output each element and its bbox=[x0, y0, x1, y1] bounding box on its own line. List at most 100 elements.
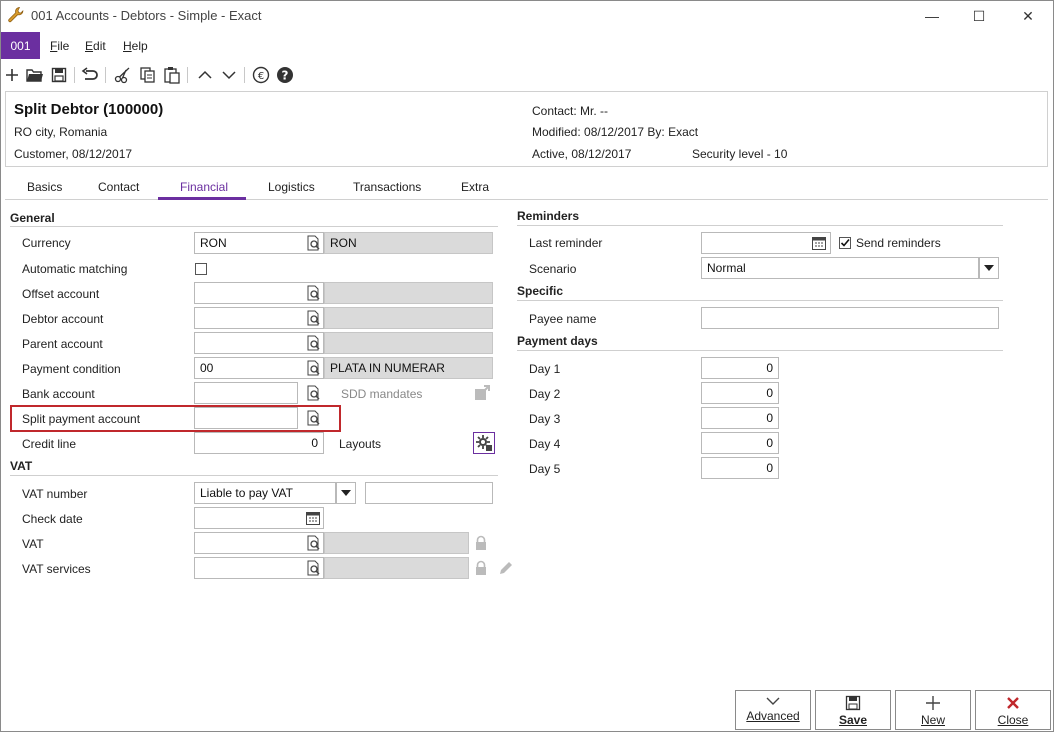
day-3-input[interactable]: 0 bbox=[701, 407, 779, 429]
close-icon: ✕ bbox=[1022, 7, 1034, 24]
help-icon[interactable]: ? bbox=[275, 65, 295, 85]
record-location: RO city, Romania bbox=[14, 125, 108, 139]
open-folder-icon[interactable] bbox=[25, 65, 45, 85]
maximize-icon: ☐ bbox=[972, 7, 986, 24]
send-reminders-checkbox[interactable] bbox=[839, 237, 851, 249]
checkmark-icon bbox=[840, 238, 850, 247]
chevron-down-icon bbox=[766, 697, 780, 705]
bank-account-input[interactable] bbox=[194, 382, 298, 404]
menu-file[interactable]: File bbox=[50, 39, 69, 53]
day-2-input[interactable]: 0 bbox=[701, 382, 779, 404]
day-1-input[interactable]: 0 bbox=[701, 357, 779, 379]
close-button[interactable]: Close bbox=[975, 690, 1051, 730]
euro-icon[interactable]: € bbox=[251, 65, 271, 85]
parent-account-lookup-icon[interactable] bbox=[302, 332, 324, 354]
calendar-icon[interactable] bbox=[808, 232, 830, 254]
add-icon bbox=[926, 696, 940, 710]
scenario-select[interactable]: Normal bbox=[701, 257, 979, 279]
split-payment-highlight-box bbox=[10, 405, 341, 432]
advanced-button-label: Advanced bbox=[746, 709, 800, 723]
payee-name-input[interactable] bbox=[701, 307, 999, 329]
bank-account-lookup-icon[interactable] bbox=[302, 382, 324, 404]
menu-help[interactable]: Help bbox=[123, 39, 148, 53]
close-window-button[interactable]: ✕ bbox=[1005, 1, 1051, 31]
section-divider bbox=[517, 350, 1003, 351]
currency-label: Currency bbox=[22, 236, 71, 250]
offset-account-description bbox=[324, 282, 493, 304]
minimize-button[interactable]: — bbox=[909, 1, 955, 31]
scenario-dropdown-icon[interactable] bbox=[979, 257, 999, 279]
vat-number-label: VAT number bbox=[22, 487, 88, 501]
tab-logistics[interactable]: Logistics bbox=[268, 180, 315, 194]
new-button[interactable]: New bbox=[895, 690, 971, 730]
layouts-settings-icon[interactable] bbox=[473, 432, 495, 454]
payee-name-label: Payee name bbox=[529, 312, 597, 326]
section-divider bbox=[517, 225, 1003, 226]
svg-text:?: ? bbox=[282, 69, 289, 83]
company-code-badge[interactable]: 001 bbox=[1, 32, 40, 59]
payment-condition-description: PLATA IN NUMERAR bbox=[324, 357, 493, 379]
vat-description bbox=[324, 532, 469, 554]
parent-account-description bbox=[324, 332, 493, 354]
vat-liability-select[interactable]: Liable to pay VAT bbox=[194, 482, 336, 504]
debtor-account-lookup-icon[interactable] bbox=[302, 307, 324, 329]
next-icon[interactable] bbox=[219, 65, 239, 85]
currency-lookup-icon[interactable] bbox=[302, 232, 324, 254]
credit-line-label: Credit line bbox=[22, 437, 77, 451]
copy-icon[interactable] bbox=[138, 65, 158, 85]
automatic-matching-label: Automatic matching bbox=[22, 262, 128, 276]
tab-contact[interactable]: Contact bbox=[98, 180, 139, 194]
vat-liability-dropdown-icon[interactable] bbox=[336, 482, 356, 504]
day-3-label: Day 3 bbox=[529, 412, 561, 426]
svg-text:€: € bbox=[258, 71, 264, 82]
new-button-label: New bbox=[920, 713, 945, 727]
calendar-icon[interactable] bbox=[302, 507, 324, 529]
paste-icon[interactable] bbox=[162, 65, 182, 85]
lock-icon bbox=[470, 557, 492, 579]
pencil-icon[interactable] bbox=[495, 557, 517, 579]
offset-account-lookup-icon[interactable] bbox=[302, 282, 324, 304]
advanced-button[interactable]: Advanced bbox=[735, 690, 811, 730]
toolbar-separator bbox=[105, 67, 106, 83]
sdd-mandates-open-icon[interactable] bbox=[471, 382, 493, 404]
menu-edit[interactable]: Edit bbox=[85, 39, 106, 53]
add-icon[interactable] bbox=[2, 65, 22, 85]
record-security-level: Security level - 10 bbox=[692, 147, 788, 161]
section-reminders-title: Reminders bbox=[517, 209, 580, 223]
maximize-button[interactable]: ☐ bbox=[956, 1, 1002, 31]
section-vat-title: VAT bbox=[10, 459, 33, 473]
tab-financial[interactable]: Financial bbox=[180, 180, 228, 194]
credit-line-input[interactable]: 0 bbox=[194, 432, 324, 454]
tab-basics[interactable]: Basics bbox=[27, 180, 62, 194]
day-2-label: Day 2 bbox=[529, 387, 561, 401]
debtor-account-label: Debtor account bbox=[22, 312, 104, 326]
check-date-label: Check date bbox=[22, 512, 83, 526]
vat-label: VAT bbox=[22, 537, 44, 551]
day-4-input[interactable]: 0 bbox=[701, 432, 779, 454]
close-icon bbox=[1007, 697, 1019, 709]
save-icon[interactable] bbox=[49, 65, 69, 85]
lock-icon bbox=[470, 532, 492, 554]
tab-extra[interactable]: Extra bbox=[461, 180, 489, 194]
cut-icon[interactable] bbox=[113, 65, 133, 85]
payment-condition-label: Payment condition bbox=[22, 362, 121, 376]
day-5-input[interactable]: 0 bbox=[701, 457, 779, 479]
menu-help-label: elp bbox=[131, 39, 148, 53]
vat-lookup-icon[interactable] bbox=[302, 532, 324, 554]
automatic-matching-checkbox[interactable] bbox=[195, 263, 207, 275]
previous-icon[interactable] bbox=[195, 65, 215, 85]
vat-services-lookup-icon[interactable] bbox=[302, 557, 324, 579]
payment-condition-lookup-icon[interactable] bbox=[302, 357, 324, 379]
last-reminder-label: Last reminder bbox=[529, 236, 603, 250]
record-customer-since: Customer, 08/12/2017 bbox=[14, 147, 133, 161]
record-modified: Modified: 08/12/2017 By: Exact bbox=[532, 125, 699, 139]
window-title: 001 Accounts - Debtors - Simple - Exact bbox=[31, 8, 262, 23]
section-divider bbox=[10, 226, 498, 227]
save-button[interactable]: Save bbox=[815, 690, 891, 730]
minimize-icon: — bbox=[925, 8, 939, 24]
vat-number-input[interactable] bbox=[365, 482, 493, 504]
vat-services-description bbox=[324, 557, 469, 579]
undo-icon[interactable] bbox=[80, 65, 100, 85]
tab-transactions[interactable]: Transactions bbox=[353, 180, 421, 194]
offset-account-label: Offset account bbox=[22, 287, 100, 301]
